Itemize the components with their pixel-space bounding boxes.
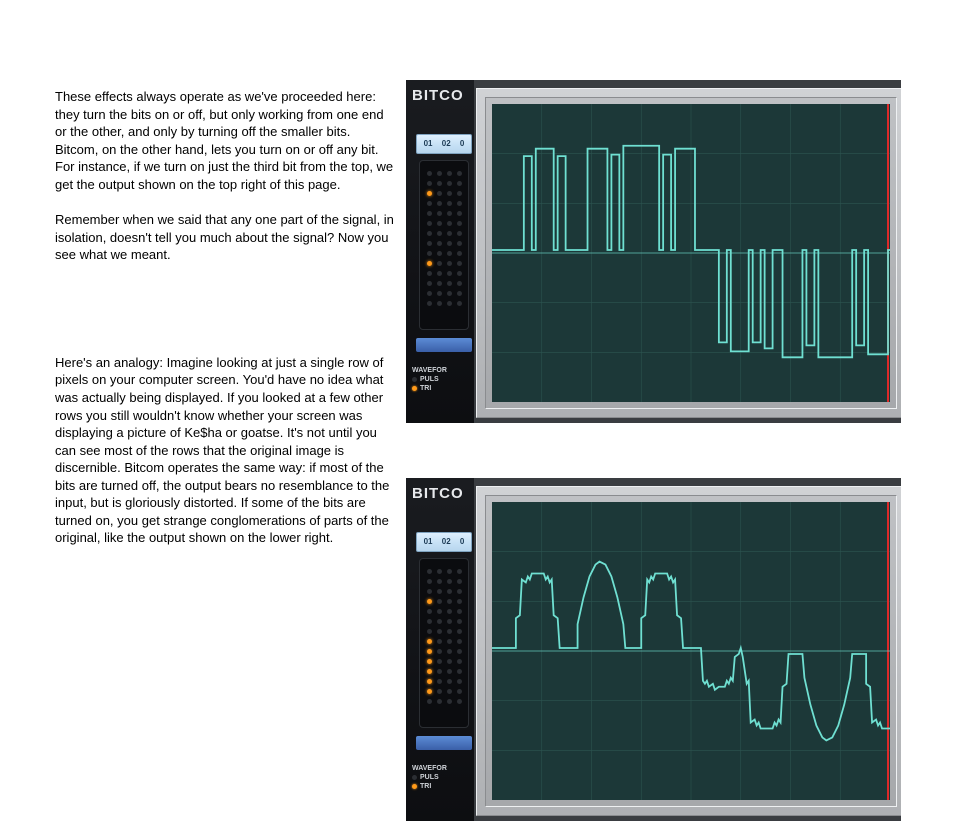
article-text: These effects always operate as we've pr… [55, 88, 395, 565]
panel-button[interactable] [416, 338, 472, 352]
waveform-labels: WAVEFOR PULS TRI [412, 764, 447, 791]
tab-03[interactable]: 0 [460, 537, 464, 548]
bit-led-grid[interactable] [419, 558, 469, 728]
paragraph-3: Here's an analogy: Imagine looking at ju… [55, 354, 395, 547]
panel-button[interactable] [416, 736, 472, 750]
preset-tabs[interactable]: 01 02 0 [416, 134, 472, 154]
bitcom-figure-bottom: BITCO 01 02 0 WAVEFOR PULS TRI [406, 478, 901, 821]
scope-bezel [485, 97, 897, 409]
preset-tabs[interactable]: 01 02 0 [416, 532, 472, 552]
tab-01[interactable]: 01 [424, 537, 433, 548]
bit-led-grid[interactable] [419, 160, 469, 330]
waveform-labels: WAVEFOR PULS TRI [412, 366, 447, 393]
paragraph-1: These effects always operate as we've pr… [55, 88, 395, 193]
bitcom-figure-top: BITCO 01 02 0 WAVEFOR PULS TRI [406, 80, 901, 423]
tab-02[interactable]: 02 [442, 537, 451, 548]
bitcom-brand: BITCO [412, 86, 464, 106]
scope-frame [476, 486, 901, 816]
label-tri[interactable]: TRI [412, 384, 447, 393]
bitcom-side-panel: BITCO 01 02 0 WAVEFOR PULS TRI [406, 478, 474, 821]
tab-03[interactable]: 0 [460, 139, 464, 150]
paragraph-2: Remember when we said that any one part … [55, 211, 395, 264]
bitcom-brand: BITCO [412, 484, 464, 504]
oscilloscope-bottom [492, 502, 890, 800]
label-tri[interactable]: TRI [412, 782, 447, 791]
oscilloscope-top [492, 104, 890, 402]
tab-02[interactable]: 02 [442, 139, 451, 150]
tab-01[interactable]: 01 [424, 139, 433, 150]
scope-bezel [485, 495, 897, 807]
scope-frame [476, 88, 901, 418]
bitcom-side-panel: BITCO 01 02 0 WAVEFOR PULS TRI [406, 80, 474, 423]
